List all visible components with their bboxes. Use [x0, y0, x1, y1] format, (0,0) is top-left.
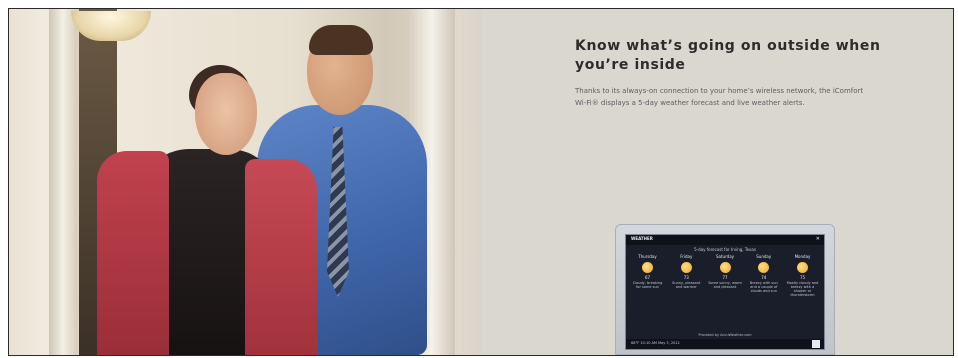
screen-header: WEATHER ✕	[626, 235, 824, 245]
day-desc: Some sunny, warm and pleasant	[708, 281, 742, 289]
forecast-day: Sunday 74 Breezy with sun and a couple o…	[746, 254, 781, 297]
forecast-credit: Provided by AccuWeather.com	[698, 333, 752, 337]
woman-head	[195, 73, 257, 155]
page-frame: Know what’s going on outside when you’re…	[8, 8, 954, 356]
forecast-day: Friday 73 Sunny, pleasant and warmer	[669, 254, 704, 297]
day-name: Friday	[680, 254, 693, 259]
screen-status-bar: 68°F 10:10 AM May 3, 2012	[626, 339, 824, 349]
forecast-day: Thursday 67 Cloudy, breaking for some su…	[630, 254, 665, 297]
sun-icon	[797, 262, 808, 273]
day-temp: 75	[799, 275, 806, 280]
forecast-day: Saturday 77 Some sunny, warm and pleasan…	[708, 254, 743, 297]
hero-photo	[9, 9, 481, 355]
home-icon[interactable]	[812, 340, 820, 348]
forecast-day: Monday 75 Mostly cloudy and breezy with …	[785, 254, 820, 297]
day-desc: Breezy with sun and a couple of clouds a…	[749, 281, 778, 293]
day-temp: 73	[683, 275, 689, 280]
day-temp: 67	[644, 275, 651, 280]
screen-title: WEATHER	[631, 236, 653, 241]
sun-icon	[680, 262, 692, 273]
thermostat-screen: WEATHER ✕ 5-day forecast for Irving, Tex…	[625, 234, 825, 350]
forecast-days: Thursday 67 Cloudy, breaking for some su…	[630, 254, 820, 297]
man-hair	[309, 25, 373, 55]
day-name: Monday	[794, 254, 811, 259]
day-desc: Cloudy, breaking for some sun	[632, 281, 663, 289]
doorframe-left	[49, 9, 77, 355]
feature-headline: Know what’s going on outside when you’re…	[575, 38, 881, 73]
red-shawl-left	[97, 151, 169, 355]
wall-strip	[455, 9, 481, 355]
sun-icon	[758, 262, 770, 273]
sun-icon	[642, 262, 653, 273]
forecast-title: 5-day forecast for Irving, Texas	[694, 247, 756, 252]
feature-description: Thanks to its always-on connection to yo…	[575, 87, 864, 107]
day-temp: 77	[722, 275, 728, 280]
day-desc: Sunny, pleasant and warmer	[672, 281, 701, 289]
day-temp: 74	[761, 275, 767, 280]
status-readout: 68°F 10:10 AM May 3, 2012	[631, 341, 680, 345]
day-name: Saturday	[715, 254, 735, 259]
red-shawl-right	[245, 159, 317, 355]
day-name: Thursday	[638, 254, 657, 259]
close-icon[interactable]: ✕	[816, 236, 820, 242]
feature-content: Know what’s going on outside when you’re…	[481, 9, 953, 355]
day-name: Sunday	[756, 254, 772, 259]
thermostat-device: WEATHER ✕ 5-day forecast for Irving, Tex…	[615, 224, 835, 355]
sun-icon	[719, 262, 731, 273]
day-desc: Mostly cloudy and breezy with a shower o…	[786, 281, 819, 297]
